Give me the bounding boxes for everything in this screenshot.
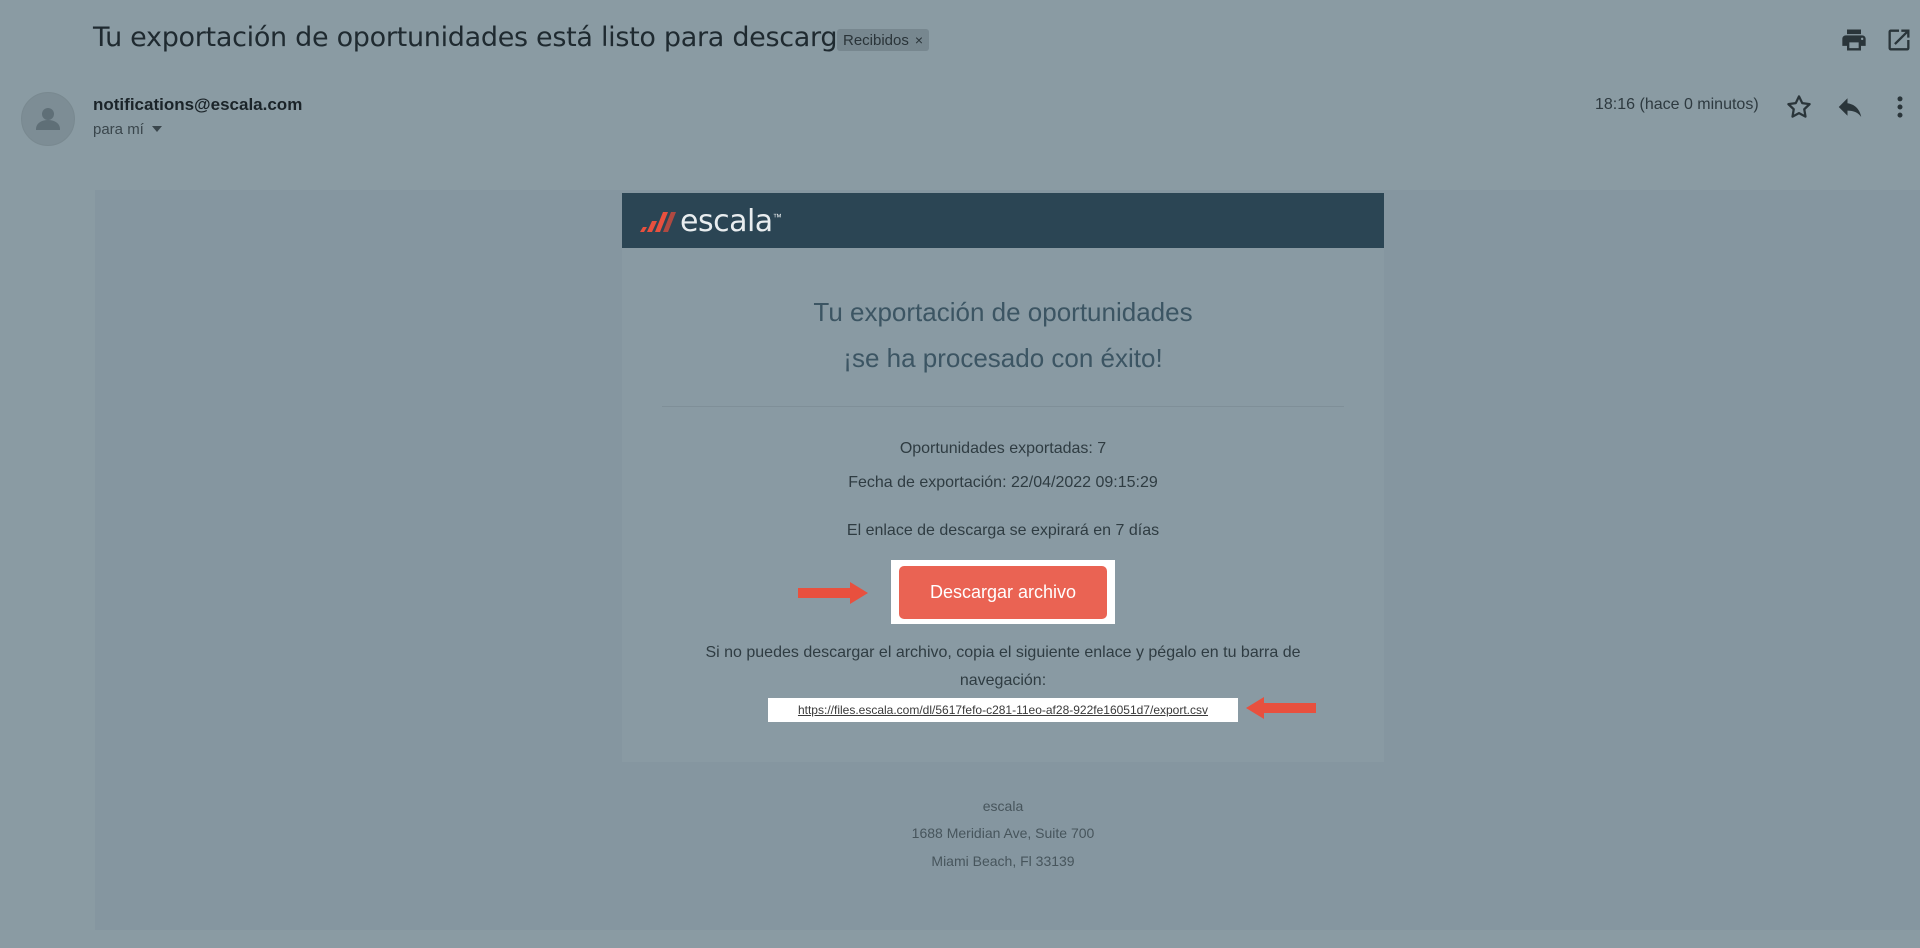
label-chip-recibidos[interactable]: Recibidos ×: [837, 29, 930, 51]
link-expiry-notice: El enlace de descarga se expirará en 7 d…: [846, 522, 1160, 539]
footer-city: Miami Beach, Fl 33139: [931, 853, 1075, 869]
recipient-details-toggle[interactable]: para mí: [93, 121, 162, 138]
escala-logo: escala ™: [638, 203, 782, 239]
annotation-arrow-left-icon: [1246, 697, 1316, 724]
more-vert-icon[interactable]: [1885, 92, 1915, 122]
download-link[interactable]: https://files.escala.com/dl/5617fefo-c28…: [768, 698, 1238, 722]
escala-logo-mark: [640, 212, 676, 232]
email-timestamp: 18:16 (hace 0 minutos): [1595, 96, 1759, 113]
export-date: Fecha de exportación: 22/04/2022 09:15:2…: [848, 474, 1158, 491]
chevron-down-icon: [151, 126, 162, 132]
headline-line-2: ¡se ha procesado con éxito!: [843, 343, 1163, 373]
brand-trademark: ™: [772, 212, 782, 222]
reply-icon[interactable]: [1835, 92, 1865, 122]
footer-address: 1688 Meridian Ave, Suite 700: [911, 825, 1095, 841]
download-file-button[interactable]: Descargar archivo: [899, 566, 1107, 619]
label-chip-text: Recibidos: [843, 32, 909, 49]
fallback-instructions-line-2: navegación:: [959, 672, 1047, 689]
footer-company: escala: [982, 798, 1024, 814]
open-in-new-window-icon[interactable]: [1885, 26, 1913, 54]
headline-line-1: Tu exportación de oportunidades: [813, 297, 1193, 327]
brand-name: escala: [680, 203, 773, 239]
fallback-instructions-line-1: Si no puedes descargar el archivo, copia…: [705, 644, 1301, 661]
recipient-label: para mí: [93, 121, 144, 138]
sender-email[interactable]: notifications@escala.com: [93, 95, 302, 115]
person-icon: [36, 108, 60, 130]
print-icon[interactable]: [1840, 26, 1868, 54]
email-subject: Tu exportación de oportunidades está lis…: [93, 22, 865, 53]
star-icon[interactable]: [1784, 92, 1814, 122]
sender-avatar: [21, 92, 75, 146]
annotation-arrow-right-icon: [798, 582, 868, 609]
divider: [662, 406, 1344, 407]
exported-count: Oportunidades exportadas: 7: [899, 440, 1107, 457]
remove-label-icon[interactable]: ×: [915, 32, 923, 48]
